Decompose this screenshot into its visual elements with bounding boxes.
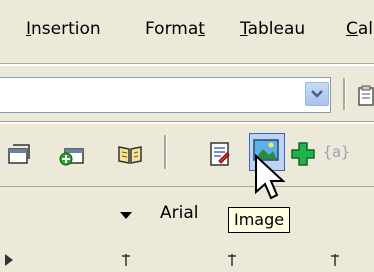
toolbar-separator (343, 78, 346, 110)
menubar: Insertion Format Tableau Cal (0, 0, 374, 63)
window-add-icon[interactable] (57, 139, 87, 169)
window-icon[interactable] (3, 139, 33, 169)
toolbar-separator-2 (164, 135, 167, 169)
tab-stop-marker-icon[interactable] (226, 250, 238, 270)
toolbar-divider-2 (0, 186, 374, 187)
menu-calc[interactable]: Cal (346, 19, 373, 39)
menu-tableau[interactable]: Tableau (240, 19, 305, 39)
document-icon[interactable] (205, 139, 235, 169)
combo-dropdown-button[interactable] (305, 82, 329, 106)
chevron-down-icon (311, 90, 323, 98)
mouse-cursor-icon (255, 154, 286, 200)
book-icon[interactable] (115, 139, 145, 169)
chevron-down-icon[interactable] (119, 211, 133, 221)
toolbar-divider-light (0, 122, 374, 124)
font-name-field[interactable]: Arial (160, 203, 198, 223)
url-combo-input[interactable] (0, 77, 331, 113)
tooltip: Image (228, 207, 291, 233)
field-braces-button[interactable]: {a} (323, 143, 350, 161)
tab-stop-marker-icon[interactable] (4, 250, 16, 270)
menubar-divider-light (0, 64, 374, 66)
clipboard-icon[interactable] (357, 85, 374, 107)
menu-format[interactable]: Format (145, 19, 205, 39)
tab-stop-marker-icon[interactable] (120, 250, 132, 270)
ruler (0, 244, 374, 272)
tab-stop-marker-icon[interactable] (329, 250, 341, 270)
plus-icon[interactable] (288, 139, 318, 169)
menu-insertion[interactable]: Insertion (26, 19, 101, 39)
